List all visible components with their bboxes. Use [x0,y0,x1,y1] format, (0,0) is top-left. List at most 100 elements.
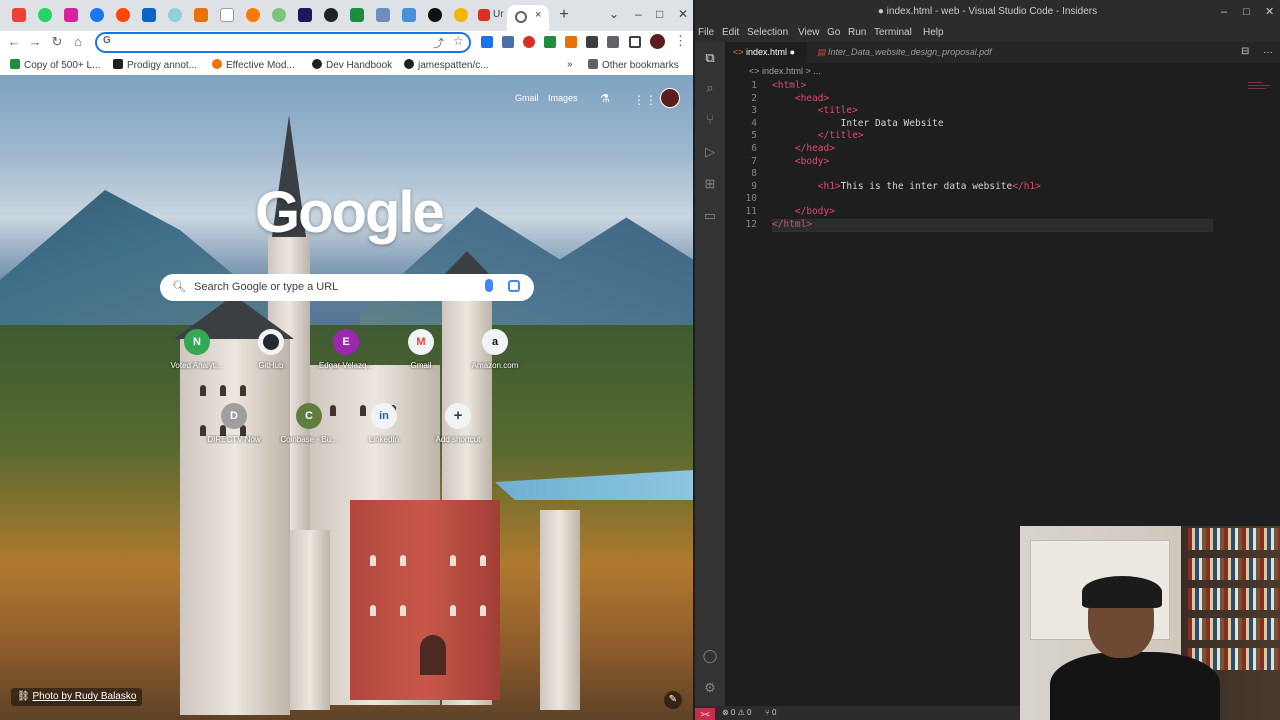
tab-whatsapp-favicon-icon[interactable] [38,8,52,22]
ports-indicator[interactable]: ⑂ 0 [765,708,776,717]
extension-icon[interactable] [502,36,514,48]
code-line[interactable]: </body> [772,206,835,219]
home-icon[interactable]: ⌂ [70,34,86,49]
tab-linkedin-favicon-icon[interactable] [142,8,156,22]
tab-pdf[interactable]: ▤ Inter_Data_website_design_proposal.pdf [809,42,999,63]
split-editor-icon[interactable]: ⊟ [1241,46,1249,57]
tab-reddit-favicon-icon[interactable] [116,8,130,22]
extension-icon[interactable] [481,36,493,48]
close-tab-icon[interactable]: × [535,9,541,21]
customize-pencil-icon[interactable]: ✎ [664,691,682,709]
more-menu-icon[interactable]: ⋮ [674,33,687,49]
reload-icon[interactable]: ↻ [49,34,65,50]
voice-search-icon[interactable] [485,279,493,292]
maximize-button[interactable]: □ [1243,0,1250,24]
tab-index-html[interactable]: <> index.html ● [725,42,807,63]
other-bookmarks[interactable]: Other bookmarks [588,59,679,71]
bookmark-star-icon[interactable]: ☆ [453,34,464,48]
bookmark-item[interactable]: Effective Mod... [212,59,295,71]
shortcut-tile[interactable]: GitHub [241,329,301,370]
code-line[interactable]: </html> [772,219,812,232]
minimize-button[interactable]: – [1221,0,1227,24]
tab-k-favicon-icon[interactable] [350,8,364,22]
bookmarks-overflow-icon[interactable]: » [567,59,573,70]
remote-indicator[interactable]: >< [695,708,715,720]
close-window-button[interactable]: ✕ [678,7,688,21]
tab-circle-favicon-icon[interactable] [428,8,442,22]
menu-help[interactable]: Help [923,27,944,38]
minimize-button[interactable]: – [635,7,642,21]
code-line[interactable]: </head> [772,143,835,156]
shortcut-tile[interactable]: a Amazon.com [465,329,525,370]
extension-icon[interactable] [523,36,535,48]
extension-icon[interactable] [565,36,577,48]
bookmark-item[interactable]: Copy of 500+ L... [10,59,100,71]
accounts-icon[interactable]: ◯ [702,648,718,664]
bookmark-item[interactable]: jamespatten/c... [404,59,489,71]
active-tab[interactable]: × [507,5,549,31]
bookmark-item[interactable]: Dev Handbook [312,59,392,71]
tab-gmail-favicon-icon[interactable] [12,8,26,22]
images-link[interactable]: Images [548,93,578,103]
tab-blue-favicon-icon[interactable] [402,8,416,22]
shortcut-tile[interactable]: D DIRECTV Now [204,403,264,444]
code-line[interactable]: </title> [772,130,864,143]
menu-view[interactable]: View [798,27,820,38]
tab-chart-favicon-icon[interactable] [194,8,208,22]
tab-github-favicon-icon[interactable] [324,8,338,22]
code-line[interactable]: Inter Data Website [772,118,944,131]
side-panel-icon[interactable] [629,36,641,48]
forward-icon[interactable]: → [27,34,43,49]
tab-instagram-favicon-icon[interactable] [64,8,78,22]
menu-edit[interactable]: Edit [722,27,739,38]
menu-selection[interactable]: Selection [747,27,788,38]
search-icon[interactable]: ⌕ [702,80,718,96]
back-icon[interactable]: ← [6,34,22,49]
address-input[interactable] [117,35,417,50]
new-tab-button[interactable]: + [556,7,572,23]
labs-flask-icon[interactable]: ⚗ [600,92,610,105]
settings-gear-icon[interactable]: ⚙ [702,680,718,696]
profile-avatar[interactable] [650,34,665,49]
puzzle-extensions-icon[interactable] [586,36,598,48]
extensions-icon[interactable]: ⊞ [702,176,718,192]
code-line[interactable]: <head> [772,93,829,106]
source-control-icon[interactable]: ⑂ [702,112,718,128]
shortcut-tile[interactable]: E Edgar Velazq... [316,329,376,370]
explorer-icon[interactable]: ⧉ [702,50,718,66]
code-line[interactable]: <h1>This is the inter data website</h1> [772,181,1041,194]
shortcut-tile[interactable]: C Coinbase - Bu... [279,403,339,444]
tab-orange-favicon-icon[interactable] [246,8,260,22]
tab-yellow-favicon-icon[interactable] [454,8,468,22]
gmail-link[interactable]: Gmail [515,93,539,103]
code-line[interactable]: <html> [772,80,806,93]
tab-site-favicon-icon[interactable] [168,8,182,22]
remote-explorer-icon[interactable]: ▭ [702,208,718,224]
code-line[interactable]: <title> [772,105,858,118]
tab-red-favicon-icon[interactable] [478,9,490,21]
tab-page-favicon-icon[interactable] [376,8,390,22]
shortcut-tile[interactable]: N Voted Analyti... [167,329,227,370]
tab-title[interactable]: Ur [493,9,504,20]
menu-run[interactable]: Run [848,27,866,38]
problems-indicator[interactable]: ⊗ 0 ⚠ 0 [722,708,751,717]
photo-credit-link[interactable]: ⛓ Photo by Rudy Balasko [11,688,143,706]
bookmark-item[interactable]: Prodigy annot... [113,59,197,71]
breadcrumb[interactable]: <> index.html > ... [725,63,1280,80]
code-line[interactable]: <body> [772,156,829,169]
tab-green-favicon-icon[interactable] [272,8,286,22]
tab-v-favicon-icon[interactable] [220,8,234,22]
account-avatar[interactable] [660,88,680,108]
menu-go[interactable]: Go [827,27,840,38]
menu-file[interactable]: File [698,27,714,38]
extension-icon[interactable] [544,36,556,48]
tab-dark-favicon-icon[interactable] [298,8,312,22]
reading-list-icon[interactable] [607,36,619,48]
shortcut-tile[interactable]: in LinkedIn [354,403,414,444]
menu-terminal[interactable]: Terminal [874,27,912,38]
google-lens-icon[interactable] [508,280,520,292]
shortcut-tile[interactable]: M Gmail [391,329,451,370]
tab-facebook-favicon-icon[interactable] [90,8,104,22]
close-window-button[interactable]: ✕ [1265,0,1274,24]
run-debug-icon[interactable]: ▷ [702,144,718,160]
